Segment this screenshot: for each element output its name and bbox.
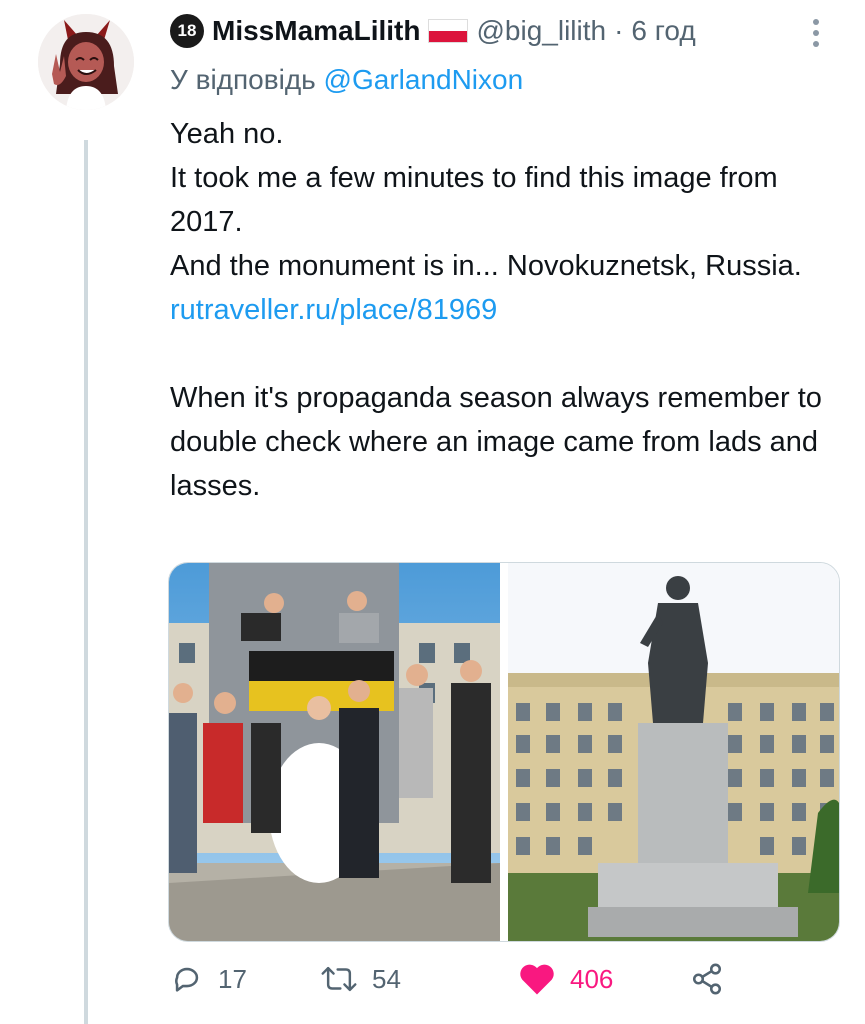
separator: ·	[614, 15, 624, 46]
tweet-text: Yeah no. It took me a few minutes to fin…	[170, 112, 830, 508]
retweet-icon	[320, 962, 358, 996]
badge-label: 18	[177, 21, 197, 40]
share-button[interactable]	[690, 962, 724, 996]
retweet-count: 54	[372, 963, 401, 994]
like-button[interactable]: 406	[518, 962, 613, 996]
tweet-line: Yeah no.	[170, 118, 284, 150]
devil-avatar-icon	[38, 14, 134, 110]
tweet-link[interactable]: rutraveller.ru/place/81969	[170, 288, 830, 332]
tweet-line: It took me a few minutes to find this im…	[170, 162, 778, 238]
heart-icon	[518, 962, 556, 996]
timestamp[interactable]: 6 год	[631, 15, 695, 47]
avatar[interactable]	[38, 14, 134, 110]
media-grid	[168, 562, 840, 942]
display-name[interactable]: MissMamaLilith	[212, 15, 420, 47]
tweet-line: And the monument is in... Novokuznetsk, …	[170, 250, 802, 282]
reply-button[interactable]: 17	[170, 962, 247, 996]
share-icon	[690, 962, 724, 996]
lenin-monument-photo[interactable]	[508, 563, 839, 941]
handle[interactable]: @big_lilith	[476, 15, 606, 47]
reply-mention-link[interactable]: @GarlandNixon	[324, 64, 524, 95]
wedding-group-photo[interactable]	[169, 563, 500, 941]
poland-flag-icon	[428, 19, 469, 43]
age-restriction-badge: 18	[170, 14, 204, 48]
reply-context: У відповідь @GarlandNixon	[170, 64, 523, 96]
more-options-icon[interactable]	[812, 18, 820, 48]
reply-count: 17	[218, 963, 247, 994]
reply-prefix: У відповідь	[170, 64, 316, 95]
tweet-line: When it's propaganda season always remem…	[170, 382, 822, 502]
reply-icon	[170, 962, 204, 996]
thread-line	[84, 140, 88, 1024]
retweet-button[interactable]: 54	[320, 962, 401, 996]
tweet-header: 18 MissMamaLilith @big_lilith · 6 год	[170, 14, 696, 48]
like-count: 406	[570, 963, 614, 994]
